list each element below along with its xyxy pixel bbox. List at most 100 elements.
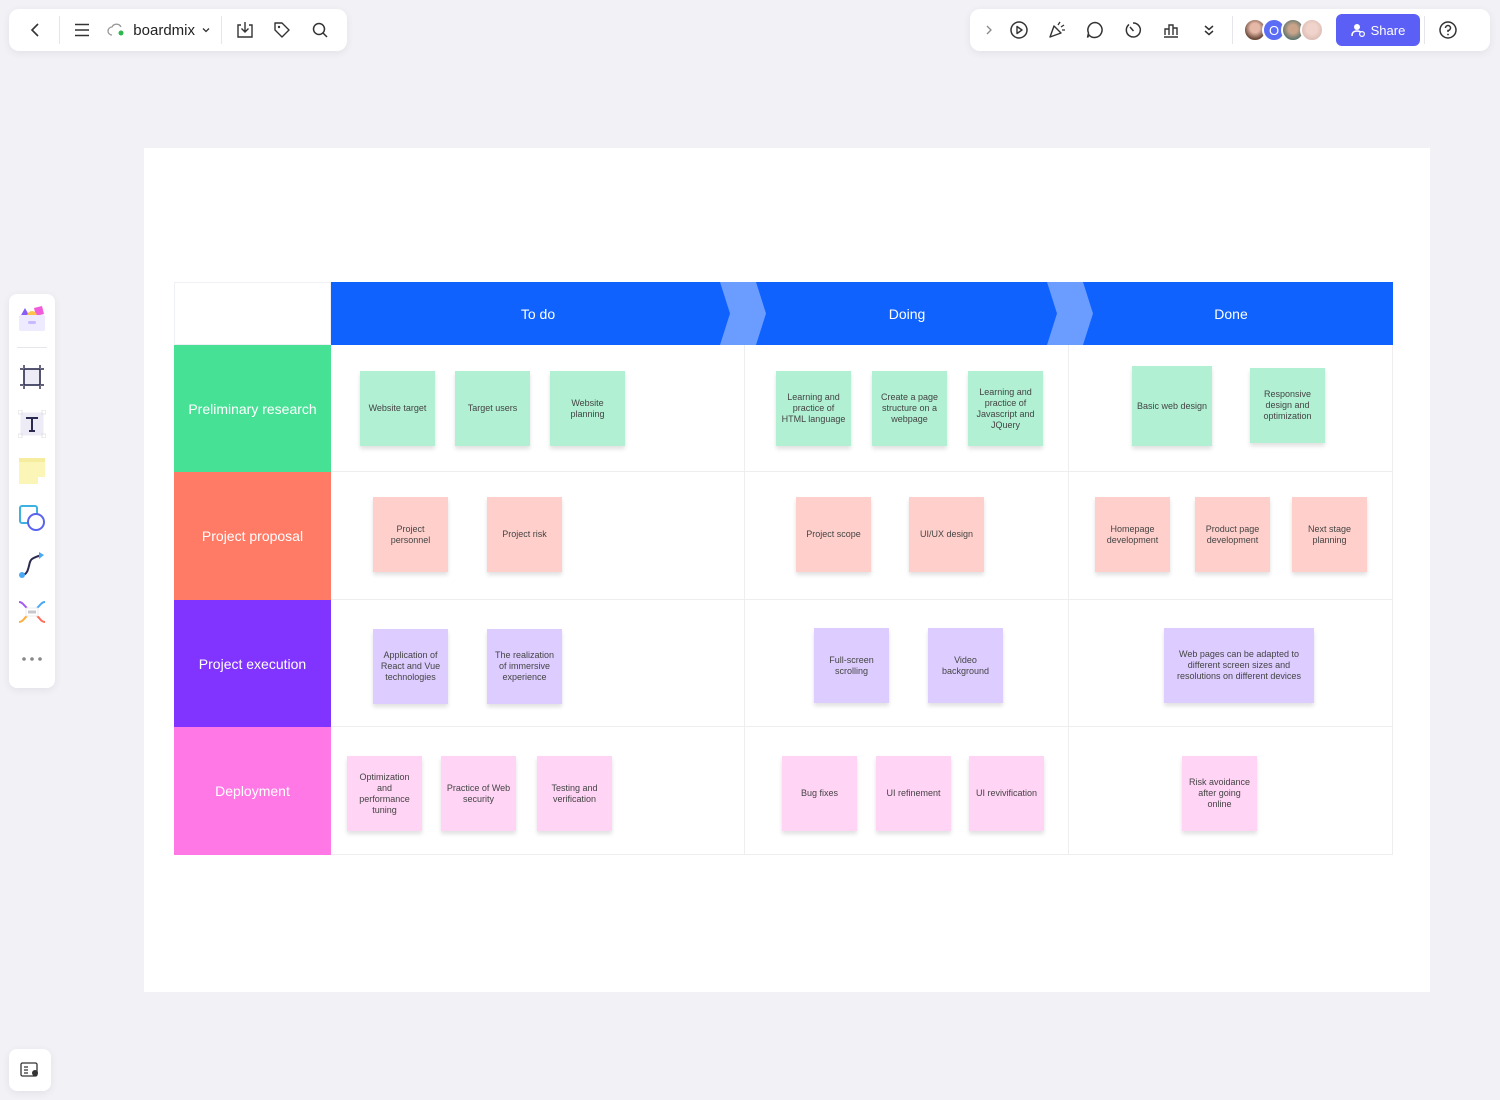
sticky-note[interactable]: Risk avoidance after going online [1182, 756, 1257, 831]
search-button[interactable] [301, 14, 339, 46]
vote-icon [1164, 24, 1178, 38]
sticky-note[interactable]: Project personnel [373, 497, 448, 572]
board-header: To do Doing Done [331, 282, 1393, 345]
more-tools-button[interactable] [14, 641, 50, 676]
sticky-note[interactable]: The realization of immersive experience [487, 629, 562, 704]
sticky-note[interactable]: Website target [360, 371, 435, 446]
sticky-note[interactable]: Testing and verification [537, 756, 612, 831]
share-button[interactable]: Share [1336, 14, 1420, 46]
row-label: Project proposal [174, 472, 331, 600]
celebrate-icon [1049, 21, 1065, 38]
left-tool-sidebar [9, 294, 55, 688]
sticky-note[interactable]: Homepage development [1095, 497, 1170, 572]
document-name: boardmix [133, 21, 195, 39]
more-horizontal-icon [22, 656, 42, 661]
divider [1424, 16, 1425, 44]
column-header-done: Done [1214, 305, 1248, 322]
sticky-note[interactable]: Practice of Web security [441, 756, 516, 831]
sticky-note[interactable]: UI refinement [876, 756, 951, 831]
cloud-saved-icon [107, 23, 124, 36]
column-header-todo: To do [520, 305, 556, 322]
sticky-note[interactable]: Bug fixes [782, 756, 857, 831]
top-right-toolbar: O Share [970, 9, 1490, 51]
divider [58, 16, 60, 44]
frame-icon [20, 365, 44, 390]
minimap-icon [20, 1062, 38, 1077]
chevron-left-icon [30, 23, 39, 37]
celebrate-button[interactable] [1038, 14, 1076, 46]
connector-icon [19, 551, 44, 578]
kanban-board[interactable]: To do Doing Done Preliminary research Web… [174, 282, 1393, 856]
expand-toolbar-button[interactable] [978, 14, 1000, 46]
comment-button[interactable] [1076, 14, 1114, 46]
share-label: Share [1370, 22, 1406, 38]
top-left-toolbar: boardmix [9, 9, 347, 51]
tag-icon [274, 22, 291, 38]
board-cell-doing[interactable] [745, 472, 1069, 600]
frame-tool[interactable] [14, 360, 50, 395]
minimap-button[interactable] [9, 1049, 51, 1091]
sticky-note[interactable]: Full-screen scrolling [814, 628, 889, 703]
chevron-down-icon [202, 28, 210, 33]
shape-icon [19, 504, 45, 531]
back-button[interactable] [17, 14, 55, 46]
board-cell-done[interactable] [1069, 345, 1393, 472]
sticky-note[interactable]: UI/UX design [909, 497, 984, 572]
present-button[interactable] [1000, 14, 1038, 46]
search-icon [312, 22, 328, 38]
sticky-note[interactable]: Target users [455, 371, 530, 446]
shape-tool[interactable] [14, 500, 50, 535]
chevron-right-icon [986, 25, 992, 35]
download-icon [237, 22, 253, 38]
sticky-note[interactable]: Create a page structure on a webpage [872, 371, 947, 446]
more-tools-button[interactable] [1190, 14, 1228, 46]
sticky-note[interactable]: Next stage planning [1292, 497, 1367, 572]
connector-tool[interactable] [14, 547, 50, 582]
sticky-note-icon [19, 458, 45, 485]
vote-button[interactable] [1152, 14, 1190, 46]
sticky-note[interactable]: UI revivification [969, 756, 1044, 831]
sticky-note[interactable]: Web pages can be adapted to different sc… [1164, 628, 1314, 703]
row-label: Project execution [174, 600, 331, 727]
download-button[interactable] [226, 14, 264, 46]
board-cell-doing[interactable] [745, 600, 1069, 727]
timer-button[interactable] [1114, 14, 1152, 46]
hamburger-menu-icon [75, 23, 90, 37]
collaborator-avatars[interactable]: O [1243, 18, 1324, 42]
templates-tool[interactable] [14, 302, 50, 337]
add-user-icon [1350, 24, 1365, 37]
more-icon [1204, 25, 1214, 36]
comment-icon [1086, 21, 1103, 39]
mind-map-tool[interactable] [14, 594, 50, 629]
sticky-note[interactable]: Project scope [796, 497, 871, 572]
document-name-dropdown[interactable]: boardmix [101, 14, 217, 46]
sticky-note[interactable]: Website planning [550, 371, 625, 446]
sticky-note[interactable]: Video background [928, 628, 1003, 703]
column-header-doing: Doing [888, 305, 926, 322]
present-icon [1010, 21, 1028, 39]
tag-button[interactable] [264, 14, 302, 46]
divider [17, 346, 47, 348]
main-menu-button[interactable] [64, 14, 102, 46]
sticky-note[interactable]: Learning and practice of HTML language [776, 371, 851, 446]
text-icon [18, 410, 46, 439]
sticky-note[interactable]: Basic web design [1132, 366, 1212, 446]
sticky-note-tool[interactable] [14, 454, 50, 489]
sticky-note[interactable]: Product page development [1195, 497, 1270, 572]
sticky-note[interactable]: Learning and practice of Javascript and … [968, 371, 1043, 446]
divider [1232, 16, 1233, 44]
divider [221, 16, 222, 44]
sticky-note[interactable]: Optimization and performance tuning [347, 756, 422, 831]
help-icon [1439, 21, 1457, 39]
templates-icon [19, 306, 45, 332]
board-corner-cell [174, 282, 331, 345]
help-button[interactable] [1429, 14, 1467, 46]
sticky-note[interactable]: Responsive design and optimization [1250, 368, 1325, 443]
text-tool[interactable] [14, 407, 50, 442]
row-label: Preliminary research [174, 345, 331, 472]
mind-map-icon [18, 600, 46, 623]
sticky-note[interactable]: Application of React and Vue technologie… [373, 629, 448, 704]
avatar[interactable] [1300, 18, 1324, 42]
timer-icon [1125, 22, 1142, 38]
sticky-note[interactable]: Project risk [487, 497, 562, 572]
